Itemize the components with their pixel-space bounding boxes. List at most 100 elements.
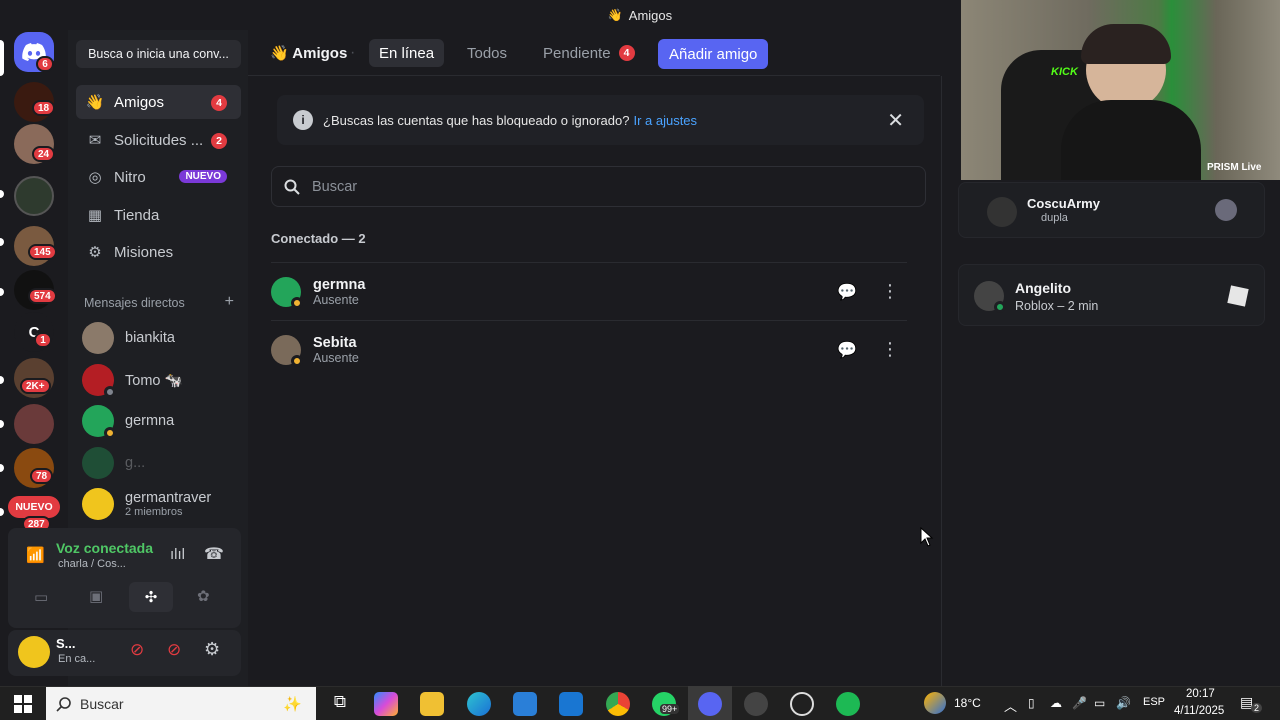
windows-start-icon[interactable]	[14, 695, 32, 713]
language-indicator[interactable]: ESP	[1143, 696, 1165, 708]
microphone-icon[interactable]: 🎤	[1072, 696, 1087, 710]
server-icon[interactable]: 574	[14, 270, 57, 310]
search-input[interactable]	[312, 178, 872, 195]
sidebar-item-shop[interactable]: ▦ Tienda	[76, 198, 241, 232]
sidebar-item-nitro[interactable]: ◎ Nitro NUEVO	[76, 160, 241, 194]
sidebar-item-label: Tienda	[114, 206, 160, 224]
task-view-icon[interactable]: ⧉	[328, 692, 352, 716]
search-icon	[284, 179, 300, 195]
dm-name: germantraver	[125, 490, 212, 506]
screen-share-icon[interactable]: ▣	[89, 587, 103, 605]
more-icon[interactable]: ⋮	[875, 277, 905, 307]
server-icon[interactable]: 18	[14, 82, 56, 122]
close-icon[interactable]: ✕	[887, 108, 904, 133]
activity-sub: Roblox – 2 min	[1015, 299, 1099, 313]
activities-icon[interactable]: ✣	[129, 582, 173, 612]
mic-muted-icon[interactable]: ⊘	[130, 640, 144, 660]
server-icon[interactable]	[14, 404, 54, 444]
spotify-icon[interactable]	[836, 692, 860, 716]
server-icon[interactable]: 2K+	[14, 358, 54, 398]
add-friend-button[interactable]: Añadir amigo	[658, 39, 769, 69]
copilot-sparkle-icon: ✨	[283, 695, 302, 713]
user-status: En ca...	[58, 653, 96, 665]
server-icon[interactable]: 145	[14, 226, 57, 266]
tab-online[interactable]: En línea	[369, 39, 445, 67]
clock-time[interactable]: 20:17	[1186, 688, 1215, 700]
temperature[interactable]: 18°C	[954, 696, 981, 710]
dm-item[interactable]: germna	[82, 401, 242, 441]
tray-chevron-icon[interactable]: ︿	[1004, 696, 1017, 715]
status-dot	[104, 427, 116, 439]
voice-channel[interactable]: charla / Cos...	[58, 558, 126, 570]
new-servers-button[interactable]: NUEVO	[8, 496, 60, 518]
store-icon[interactable]	[513, 692, 537, 716]
home-button[interactable]: 6	[14, 32, 54, 72]
avatar	[82, 405, 116, 439]
noise-suppression-icon[interactable]: ılıl	[170, 546, 185, 563]
chrome-icon[interactable]	[606, 692, 630, 716]
taskbar-search-input[interactable]	[80, 695, 240, 712]
friend-row[interactable]: Sebita Ausente 💬 ⋮	[271, 320, 907, 378]
unread-pip	[0, 420, 4, 428]
friend-name: germna	[313, 276, 366, 293]
server-icon	[1215, 199, 1237, 221]
find-conversation-button[interactable]: Busca o inicia una conv...	[76, 40, 241, 68]
tray-cloud-icon[interactable]: ☁	[1050, 696, 1062, 710]
discord-taskbar-icon[interactable]	[698, 692, 722, 716]
dm-item[interactable]: biankita	[82, 318, 242, 358]
server-icon[interactable]: C1	[14, 312, 54, 352]
tab-pending[interactable]: Pendiente 4	[533, 39, 645, 67]
settings-link[interactable]: Ir a ajustes	[633, 113, 697, 128]
disconnect-icon[interactable]: ☎	[204, 544, 224, 564]
online-count: Conectado — 2	[271, 231, 366, 246]
notice-text: ¿Buscas las cuentas que has bloqueado o …	[323, 112, 630, 128]
server-icon[interactable]	[14, 176, 54, 216]
outlook-icon[interactable]	[559, 692, 583, 716]
dm-item[interactable]: g...	[82, 443, 242, 483]
message-icon[interactable]: 💬	[832, 277, 862, 307]
sidebar-item-friends[interactable]: 👋 Amigos 4	[76, 85, 241, 119]
tab-all[interactable]: Todos	[457, 39, 517, 67]
avatar	[82, 447, 114, 479]
tray-app-icon[interactable]: ▯	[1028, 696, 1035, 710]
add-dm-button[interactable]: +	[225, 294, 234, 310]
file-explorer-icon[interactable]	[420, 692, 444, 716]
mail-icon: ✉	[88, 132, 102, 149]
unread-pip	[0, 376, 4, 384]
weather-icon[interactable]	[924, 692, 946, 714]
network-icon[interactable]: ▭	[1094, 696, 1105, 710]
status-dot	[104, 386, 116, 398]
webcam-overlay: KICK PRISM Live	[961, 0, 1280, 180]
dm-item[interactable]: germantraver 2 miembros	[82, 484, 242, 524]
message-icon[interactable]: 💬	[832, 335, 862, 365]
dm-name: Tomo 🐄	[125, 372, 183, 389]
volume-icon[interactable]: 🔊	[1116, 696, 1131, 710]
person-body	[1061, 100, 1201, 180]
sidebar-item-requests[interactable]: ✉ Solicitudes ... 2	[76, 123, 241, 157]
camera-icon[interactable]: ▭	[34, 588, 48, 606]
friend-row[interactable]: germna Ausente 💬 ⋮	[271, 262, 907, 320]
deafen-icon[interactable]: ⊘	[167, 640, 181, 660]
more-icon[interactable]: ⋮	[875, 335, 905, 365]
new-tag: NUEVO	[179, 170, 227, 183]
recorder-icon[interactable]	[790, 692, 814, 716]
copilot-icon[interactable]	[374, 692, 398, 716]
tab-label: Pendiente	[543, 44, 611, 62]
dm-item[interactable]: Tomo 🐄	[82, 360, 242, 400]
soundboard-icon[interactable]: ✿	[197, 587, 210, 605]
quests-icon: ⚙	[88, 244, 102, 261]
obs-icon[interactable]	[744, 692, 768, 716]
voice-status[interactable]: Voz conectada	[56, 540, 153, 556]
page-title: 👋 Amigos	[270, 44, 347, 62]
activity-card[interactable]: Angelito Roblox – 2 min	[958, 264, 1265, 326]
server-icon[interactable]: 24	[14, 124, 56, 164]
edge-icon[interactable]	[467, 692, 491, 716]
server-icon[interactable]: 78	[14, 448, 54, 488]
clock-date[interactable]: 4/11/2025	[1174, 705, 1224, 717]
sidebar-item-quests[interactable]: ⚙ Misiones	[76, 235, 241, 269]
nitro-icon: ◎	[88, 169, 102, 186]
avatar[interactable]	[18, 636, 50, 668]
activity-card[interactable]: CoscuArmy dupla	[958, 182, 1265, 238]
settings-gear-icon[interactable]: ⚙	[204, 639, 220, 660]
badge: 1	[34, 332, 52, 348]
